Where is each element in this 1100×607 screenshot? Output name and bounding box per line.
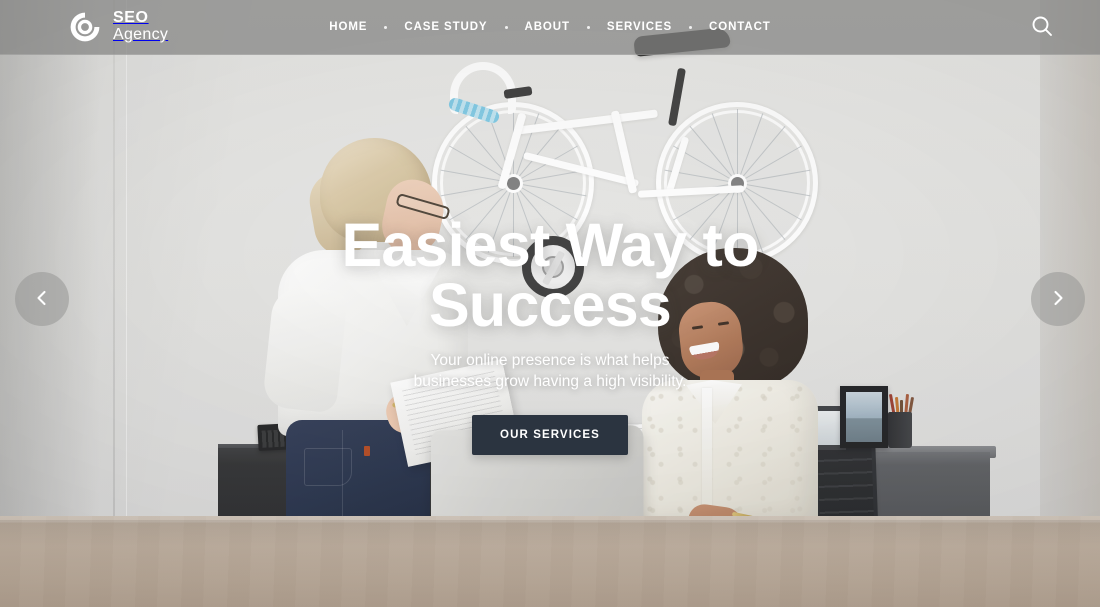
- brand-logo-link[interactable]: SEO Agency: [68, 10, 168, 44]
- jeans-pocket: [304, 448, 352, 486]
- brand-name-primary: SEO: [113, 9, 149, 27]
- picture-frame-large: [840, 386, 888, 448]
- search-icon: [1030, 16, 1054, 41]
- bicycle-spoke: [513, 183, 514, 257]
- chevron-left-icon: [32, 288, 52, 311]
- person-curly-hair-woman: [636, 248, 836, 544]
- jeans-label-tab: [364, 446, 370, 456]
- bicycle-spoke: [737, 109, 738, 183]
- search-button[interactable]: [1028, 13, 1056, 41]
- carousel-next-button[interactable]: [1031, 272, 1085, 326]
- brand-name-secondary: Agency: [113, 26, 169, 43]
- our-services-button[interactable]: OUR SERVICES: [472, 414, 628, 455]
- nav-item-case-study[interactable]: CASE STUDY: [402, 17, 489, 37]
- nav-item-contact[interactable]: CONTACT: [707, 17, 773, 37]
- nav-item-services[interactable]: SERVICES: [605, 17, 674, 37]
- blonde-arm: [261, 284, 349, 414]
- hero-background-photo: [0, 0, 1100, 607]
- nav-separator-dot: [689, 25, 693, 29]
- nav-item-home[interactable]: HOME: [327, 17, 369, 37]
- chevron-right-icon: [1048, 288, 1068, 311]
- bicycle-seatpost: [668, 67, 686, 127]
- pencil-cup: [888, 412, 912, 448]
- site-header: SEO Agency HOME CASE STUDY ABOUT SERVICES CO…: [0, 0, 1100, 55]
- nav-separator-dot: [384, 25, 388, 29]
- wall-seam: [126, 0, 127, 530]
- nav-separator-dot: [586, 25, 590, 29]
- nav-separator-dot: [504, 25, 508, 29]
- circular-target-icon: [68, 10, 102, 44]
- brand-text: SEO Agency: [113, 10, 168, 43]
- bicycle-spoke: [737, 183, 738, 257]
- desk-shadow: [0, 520, 1100, 546]
- carousel-prev-button[interactable]: [15, 272, 69, 326]
- nav-item-about[interactable]: ABOUT: [523, 17, 572, 37]
- navigation-list: HOME CASE STUDY ABOUT SERVICES CONTACT: [327, 17, 772, 37]
- picture-frame-large-image: [846, 392, 882, 442]
- page-root: SEO Agency HOME CASE STUDY ABOUT SERVICES CO…: [0, 0, 1100, 607]
- wall-seam: [113, 0, 115, 530]
- bicycle-front-hub: [507, 177, 520, 190]
